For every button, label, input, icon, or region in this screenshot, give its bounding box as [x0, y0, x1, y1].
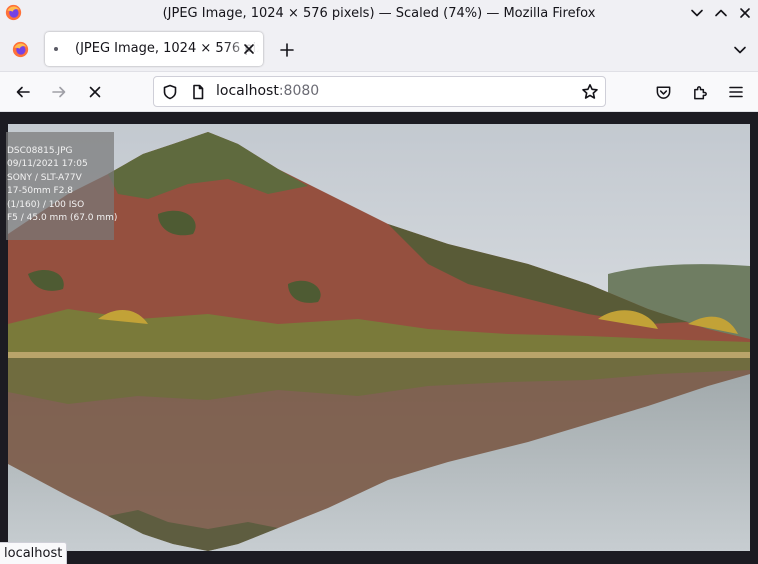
tab-close-button[interactable] [241, 41, 257, 57]
app-menu-button[interactable] [723, 80, 749, 104]
plus-icon [280, 43, 294, 57]
landscape-image [8, 124, 750, 551]
stop-button[interactable] [82, 80, 108, 104]
url-bar[interactable]: localhost:8080 [153, 76, 606, 107]
exif-filename: DSC08815.JPG [7, 146, 73, 156]
close-icon [244, 44, 254, 54]
forward-arrow-icon [52, 86, 66, 98]
maximize-button[interactable] [711, 3, 731, 23]
puzzle-icon [693, 85, 707, 99]
exif-shutter-iso: (1/160) / 100 ISO [7, 199, 85, 210]
exif-info-overlay: DSC08815.JPG 09/11/2021 17:05 SONY / SLT… [6, 132, 118, 240]
pocket-icon [656, 86, 670, 99]
status-bar: localhost [0, 542, 68, 564]
back-button[interactable] [10, 80, 36, 104]
hamburger-menu-icon [729, 86, 743, 98]
extensions-button[interactable] [687, 80, 713, 104]
chevron-down-icon [734, 46, 746, 54]
window-titlebar: (JPEG Image, 1024 × 576 pixels) — Scaled… [0, 0, 758, 26]
tab-title: (JPEG Image, 1024 × 576 pixels) [75, 41, 259, 56]
shield-icon[interactable] [162, 84, 178, 100]
url-port: :8080 [278, 83, 320, 99]
star-icon[interactable] [581, 83, 599, 101]
minimize-button[interactable] [687, 3, 707, 23]
exif-lens: 17-50mm F2.8 [7, 186, 74, 197]
chevron-up-icon [715, 9, 727, 17]
pocket-button[interactable] [650, 80, 676, 104]
exif-datetime: 09/11/2021 17:05 [7, 159, 88, 170]
tab-strip: (JPEG Image, 1024 × 576 pixels) [0, 26, 758, 72]
close-window-button[interactable] [735, 3, 755, 23]
window-title: (JPEG Image, 1024 × 576 pixels) — Scaled… [162, 5, 596, 21]
stop-icon [89, 86, 101, 98]
url-text[interactable]: localhost:8080 [216, 83, 319, 99]
firefox-icon [5, 4, 22, 21]
exif-aperture-focal: F5 / 45.0 mm (67.0 mm) [7, 213, 118, 224]
forward-button[interactable] [46, 80, 72, 104]
close-icon [740, 8, 750, 18]
landscape-photo[interactable] [8, 124, 750, 551]
url-host: localhost [216, 83, 279, 99]
firefox-view-button[interactable] [3, 32, 37, 66]
list-all-tabs-button[interactable] [729, 40, 751, 60]
navigation-toolbar: localhost:8080 [0, 72, 758, 112]
back-arrow-icon [16, 86, 30, 98]
page-icon[interactable] [190, 84, 206, 100]
chevron-down-icon [691, 9, 703, 17]
tab-jpeg-image[interactable]: (JPEG Image, 1024 × 576 pixels) [45, 32, 263, 66]
exif-camera: SONY / SLT-A77V [7, 172, 82, 183]
loading-dot-icon [54, 47, 58, 51]
firefox-icon [12, 41, 28, 57]
new-tab-button[interactable] [276, 39, 298, 61]
